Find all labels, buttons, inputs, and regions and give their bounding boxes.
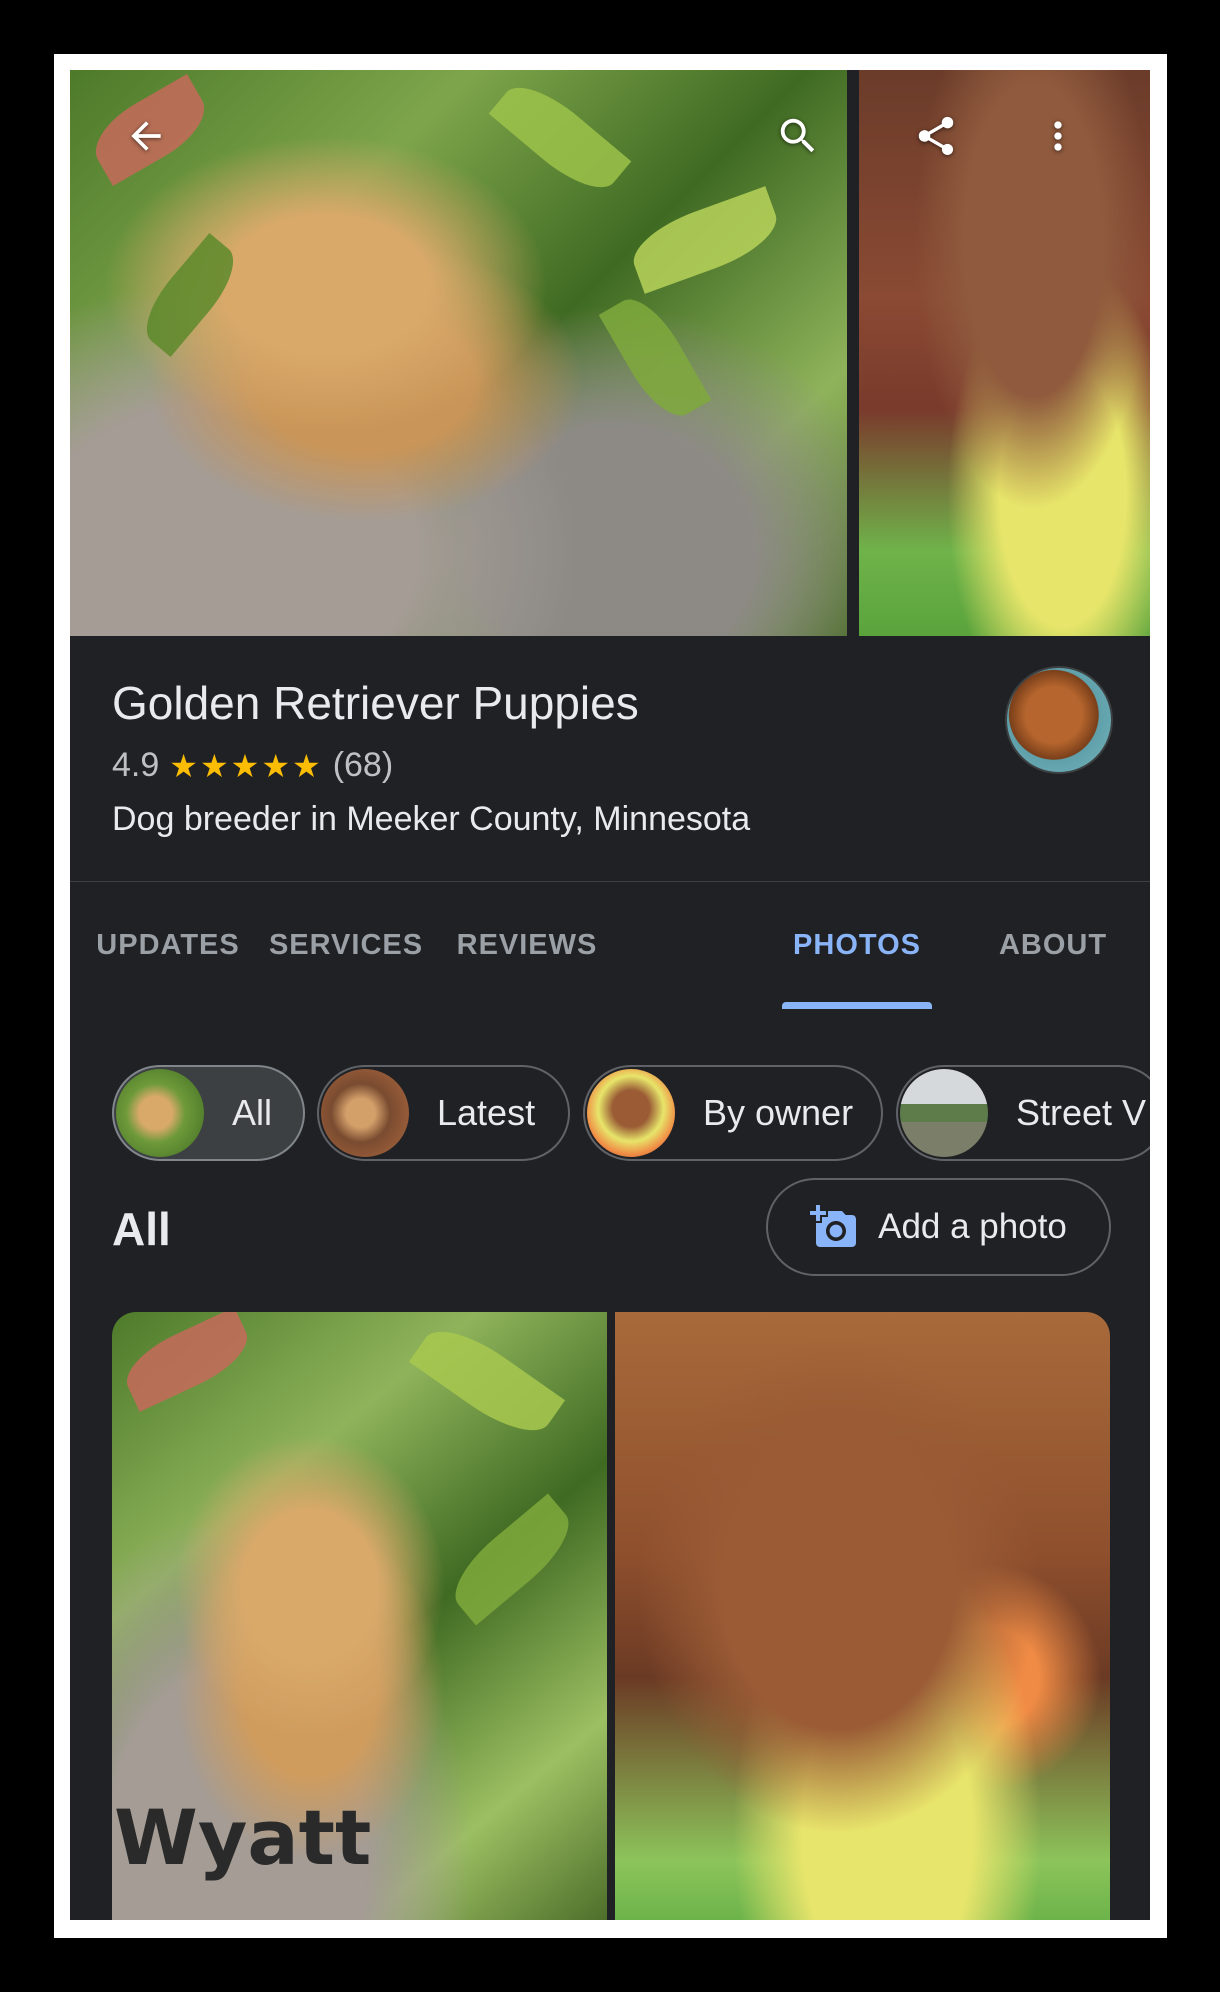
more-vert-icon <box>1054 121 1062 151</box>
chip-label: Street V <box>1016 1092 1147 1133</box>
tab-services[interactable]: SERVICES <box>269 881 422 1009</box>
chip-by-owner[interactable]: By owner <box>583 1065 883 1161</box>
search-icon <box>780 118 815 153</box>
chip-label: Latest <box>437 1092 536 1133</box>
add-photo-icon <box>810 1205 857 1247</box>
tab-updates[interactable]: UPDATES <box>96 881 238 1009</box>
hero-photo-secondary[interactable] <box>859 70 1150 636</box>
arrow-left-icon <box>131 121 161 151</box>
photo-watermark: Wyatt <box>114 1793 372 1882</box>
chip-label: By owner <box>703 1092 854 1133</box>
chip-thumbnail <box>587 1069 675 1157</box>
share-button[interactable] <box>908 108 964 164</box>
share-icon <box>918 116 954 156</box>
photo-thumbnail[interactable]: Wyatt <box>112 1312 607 1920</box>
chip-thumbnail <box>321 1069 409 1157</box>
chip-latest[interactable]: Latest <box>317 1065 570 1161</box>
business-info: Golden Retriever Puppies 4.9 ★★★★★ (68) … <box>70 636 1150 882</box>
section-title: All <box>112 1203 171 1255</box>
search-button[interactable] <box>770 108 826 164</box>
add-photo-button[interactable]: Add a photo <box>766 1178 1111 1276</box>
star-rating-icon: ★★★★★ <box>169 747 323 784</box>
business-name: Golden Retriever Puppies <box>112 677 639 729</box>
business-avatar[interactable] <box>1005 666 1113 774</box>
chip-thumbnail <box>900 1069 988 1157</box>
rating-row[interactable]: 4.9 ★★★★★ (68) <box>112 746 393 785</box>
tab-active-indicator <box>782 1002 932 1009</box>
tab-bar: UPDATES SERVICES REVIEWS PHOTOS ABOUT <box>70 881 1150 1009</box>
more-options-button[interactable] <box>1030 108 1086 164</box>
chip-street-view[interactable]: Street V <box>896 1065 1150 1161</box>
hero-photos <box>70 70 1150 636</box>
tab-photos[interactable]: PHOTOS <box>782 881 932 1009</box>
add-photo-label: Add a photo <box>878 1207 1067 1246</box>
tab-reviews[interactable]: REVIEWS <box>457 881 597 1009</box>
chip-label: All <box>232 1092 273 1133</box>
rating-value: 4.9 <box>112 746 160 784</box>
photo-thumbnail[interactable] <box>615 1312 1110 1920</box>
business-category: Dog breeder in Meeker County, Minnesota <box>112 800 751 838</box>
back-button[interactable] <box>118 108 174 164</box>
photo-filter-chips: All Latest By owner Street V <box>70 1040 1150 1161</box>
chip-thumbnail <box>116 1069 204 1157</box>
tab-about[interactable]: ABOUT <box>998 881 1108 1009</box>
app-screen: Golden Retriever Puppies 4.9 ★★★★★ (68) … <box>70 70 1150 1920</box>
review-count: (68) <box>332 746 394 784</box>
hero-photo-main[interactable] <box>70 70 847 636</box>
chip-all[interactable]: All <box>112 1065 305 1161</box>
